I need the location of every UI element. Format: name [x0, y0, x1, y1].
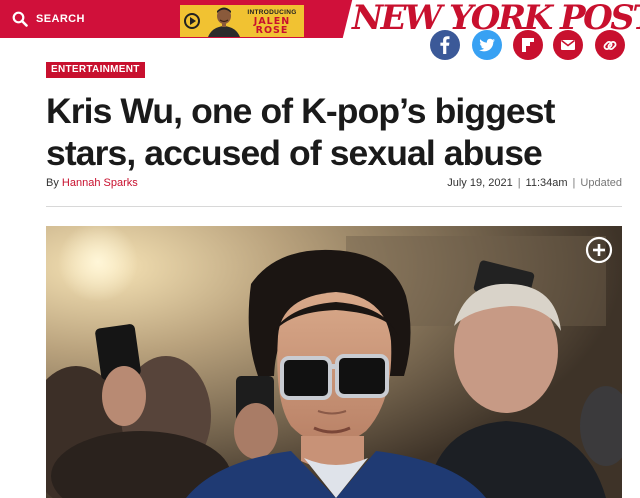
facebook-icon	[440, 36, 450, 54]
email-share-button[interactable]	[553, 30, 583, 60]
copy-link-button[interactable]	[595, 30, 625, 60]
publish-date: July 19, 2021	[447, 177, 513, 189]
promo-avatar	[208, 7, 240, 37]
site-header: SEARCH INTRODUCING JALEN ROSE NEW YORK P…	[0, 0, 640, 41]
time-separator: |	[572, 177, 576, 189]
flipboard-share-button[interactable]	[513, 30, 543, 60]
updated-toggle[interactable]: Updated	[580, 177, 622, 189]
promo-banner[interactable]: INTRODUCING JALEN ROSE	[180, 5, 304, 37]
date-separator: |	[517, 177, 521, 189]
search-icon	[12, 11, 28, 27]
twitter-icon	[479, 38, 495, 52]
publish-time: 11:34am	[525, 177, 568, 189]
article-headline: Kris Wu, one of K-pop’s biggest stars, a…	[46, 91, 555, 173]
promo-name-line-2: ROSE	[255, 25, 289, 36]
header-divider	[46, 206, 622, 207]
promo-name: JALEN ROSE	[240, 17, 304, 36]
search-label: SEARCH	[36, 13, 85, 25]
facebook-share-button[interactable]	[430, 30, 460, 60]
byline: By Hannah Sparks	[46, 177, 138, 189]
flipboard-icon	[522, 38, 534, 52]
search-button[interactable]: SEARCH	[12, 9, 85, 29]
article-photo[interactable]	[46, 226, 622, 498]
photo-illustration	[46, 226, 622, 498]
play-icon	[184, 13, 200, 29]
author-link[interactable]: Hannah Sparks	[62, 177, 138, 189]
copy-link-icon	[603, 41, 617, 50]
section-tag[interactable]: ENTERTAINMENT	[46, 62, 145, 78]
email-icon	[561, 39, 575, 50]
twitter-share-button[interactable]	[472, 30, 502, 60]
plus-circle-icon[interactable]	[585, 236, 613, 264]
byline-prefix: By	[46, 177, 59, 189]
dateline: July 19, 2021 | 11:34am | Updated	[447, 177, 622, 189]
promo-kicker: INTRODUCING	[247, 9, 297, 16]
